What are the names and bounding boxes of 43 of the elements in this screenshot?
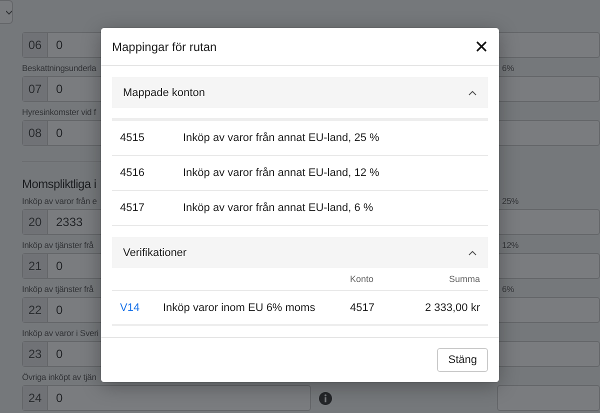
input-field[interactable] [497, 32, 600, 58]
field-label: Beskattningsunderla [22, 62, 96, 75]
input-field[interactable] [497, 76, 600, 102]
field-label: Övriga inköpt av tjän [22, 371, 96, 384]
field-label: Hyresinkomster vid f [22, 106, 96, 119]
account-name: Inköp av varor från annat EU-land, 12 % [183, 167, 380, 179]
field-label: 25% [502, 195, 519, 208]
amount: 2 333,00 kr [424, 302, 480, 314]
field-label: Inköp av tjänster frå [22, 239, 94, 252]
account-name: Inköp av varor från annat EU-land, 6 % [183, 202, 374, 214]
field-label: Inköp av tjänster frå [22, 283, 94, 296]
field-label: Inköp av varor från e [22, 195, 97, 208]
input-field[interactable] [497, 297, 600, 323]
input-field[interactable] [497, 209, 600, 235]
input-field[interactable] [497, 253, 600, 279]
voucher-link[interactable]: V14 [120, 302, 163, 314]
chevron-down-icon [6, 10, 12, 14]
voucher-description: Inköp varor inom EU 6% moms [163, 302, 316, 314]
column-header: Konto [350, 274, 374, 284]
close-button[interactable]: Stäng [437, 348, 488, 372]
account-number: 4515 [120, 132, 146, 144]
account-name: Inköp av varor från annat EU-land, 25 % [183, 132, 380, 144]
field-label: Inköp av varor i Sveri [22, 327, 99, 340]
section-header[interactable]: Verifikationer [112, 237, 488, 268]
close-button[interactable] [476, 41, 487, 52]
input-field[interactable] [497, 385, 600, 411]
input-field[interactable] [497, 341, 600, 367]
field-label: 6% [502, 62, 514, 75]
column-header: Summa [448, 274, 480, 284]
field-label: 6% [502, 283, 514, 296]
section-header[interactable]: Mappade konton [112, 77, 488, 108]
section-heading: Momspliktliga i [22, 176, 96, 192]
input-field[interactable]: 24 0 [22, 385, 311, 411]
chevron-up-icon [468, 250, 477, 256]
field-label: 12% [502, 239, 519, 252]
account-number: 4517 [350, 302, 374, 314]
account-number: 4517 [120, 202, 146, 214]
input-field[interactable] [497, 120, 600, 146]
modal-title: Mappingar för rutan [112, 40, 217, 54]
chevron-up-icon [468, 90, 477, 96]
dropdown-button[interactable] [0, 0, 13, 24]
info-icon[interactable] [319, 392, 332, 404]
account-number: 4516 [120, 167, 146, 179]
